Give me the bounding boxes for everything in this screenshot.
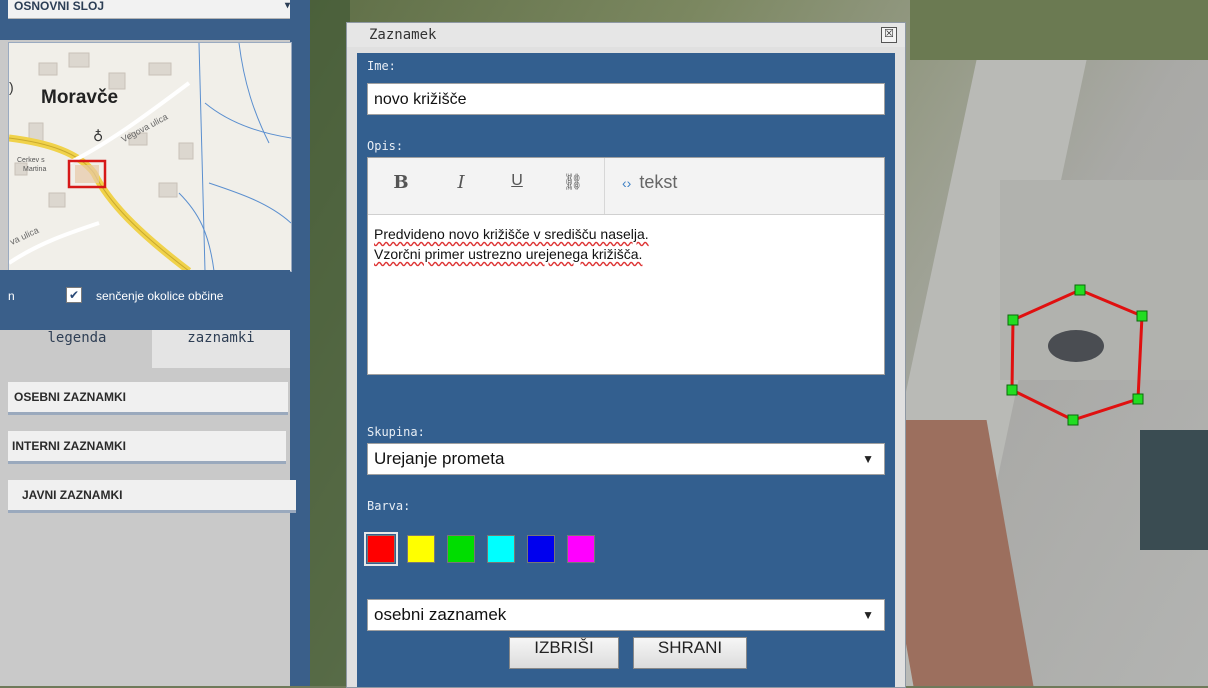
panel-tabs: legenda zaznamki bbox=[8, 330, 290, 368]
dialog-body: Ime: novo križišče Opis: B I U ⛓ ‹› tekst… bbox=[357, 53, 895, 687]
delete-button[interactable]: IZBRIŠI bbox=[509, 637, 619, 669]
editor-toolbar: B I U ⛓ ‹› tekst bbox=[368, 158, 884, 215]
minimap-edge-mark: ) bbox=[9, 79, 14, 95]
dialog-titlebar[interactable]: Zaznamek ☒ bbox=[347, 23, 905, 47]
polygon-vertex[interactable] bbox=[1007, 314, 1019, 326]
name-label: Ime: bbox=[367, 59, 396, 73]
link-icon[interactable]: ⛓ bbox=[558, 172, 588, 200]
description-line: Vzorčni primer ustrezno urejenega križiš… bbox=[374, 246, 643, 262]
description-text[interactable]: Predvideno novo križišče v središču nase… bbox=[374, 224, 874, 264]
shading-checkbox[interactable]: ✔ bbox=[66, 287, 82, 303]
note-group-personal[interactable]: OSEBNI ZAZNAMKI bbox=[8, 382, 288, 415]
polygon-vertex[interactable] bbox=[1006, 384, 1018, 396]
minimap-poi-label: Cerkev s bbox=[17, 157, 45, 164]
map-object bbox=[1048, 330, 1104, 362]
note-type-select-value: osebni zaznamek bbox=[374, 605, 507, 624]
color-swatch[interactable] bbox=[447, 535, 475, 563]
name-field[interactable]: novo križišče bbox=[367, 83, 885, 115]
shading-option-row: n ✔ senčenje okolice občine bbox=[0, 283, 290, 313]
chevron-down-icon: ▼ bbox=[862, 452, 874, 466]
source-toggle-button[interactable]: ‹› tekst bbox=[622, 172, 732, 200]
option-label-partial: n bbox=[8, 289, 15, 303]
note-type-select[interactable]: osebni zaznamek ▼ bbox=[367, 599, 885, 631]
layer-dropdown[interactable]: OSNOVNI SLOJ ▾ bbox=[8, 0, 296, 19]
shading-checkbox-label: senčenje okolice občine bbox=[96, 289, 224, 303]
polygon-vertex[interactable] bbox=[1074, 284, 1086, 296]
polygon-vertex[interactable] bbox=[1067, 414, 1079, 426]
note-dialog: Zaznamek ☒ Ime: novo križišče Opis: B I … bbox=[346, 22, 906, 688]
note-group-internal[interactable]: INTERNI ZAZNAMKI bbox=[8, 431, 286, 464]
note-group-public[interactable]: JAVNI ZAZNAMKI bbox=[8, 480, 296, 513]
polygon-vertex[interactable] bbox=[1136, 310, 1148, 322]
description-line: Predvideno novo križišče v središču nase… bbox=[374, 226, 649, 242]
color-label: Barva: bbox=[367, 499, 411, 513]
close-icon[interactable]: ☒ bbox=[881, 27, 897, 43]
description-editor[interactable]: B I U ⛓ ‹› tekst Predvideno novo križišče… bbox=[367, 157, 885, 375]
panel-collapse-rail[interactable] bbox=[290, 0, 310, 686]
color-swatch[interactable] bbox=[407, 535, 435, 563]
code-icon: ‹› bbox=[622, 175, 632, 191]
overview-minimap[interactable]: Moravče Vegova ulica va ulica Cerkev s M… bbox=[8, 42, 292, 272]
chevron-down-icon: ▼ bbox=[862, 608, 874, 622]
save-button[interactable]: SHRANI bbox=[633, 637, 747, 669]
color-swatch[interactable] bbox=[567, 535, 595, 563]
tab-zaznamki[interactable]: zaznamki bbox=[152, 330, 290, 368]
italic-button[interactable]: I bbox=[446, 172, 476, 200]
group-select[interactable]: Urejanje prometa ▼ bbox=[367, 443, 885, 475]
dialog-title: Zaznamek bbox=[369, 27, 437, 43]
minimap-town-label: Moravče bbox=[41, 87, 119, 108]
church-icon: ♁ bbox=[93, 129, 104, 145]
left-panel: OSNOVNI SLOJ ▾ Moravče Vegova ulica va u… bbox=[0, 0, 310, 686]
underline-button[interactable]: U bbox=[502, 172, 532, 200]
bold-button[interactable]: B bbox=[386, 172, 416, 200]
minimap-poi-label: Martina bbox=[23, 166, 47, 173]
color-swatch[interactable] bbox=[364, 532, 398, 566]
layer-dropdown-label: OSNOVNI SLOJ bbox=[14, 0, 105, 13]
group-label: Skupina: bbox=[367, 425, 425, 439]
toolbar-divider bbox=[604, 158, 605, 214]
tab-legenda[interactable]: legenda bbox=[8, 330, 146, 368]
minimap-drawing bbox=[9, 43, 291, 271]
color-swatch[interactable] bbox=[527, 535, 555, 563]
color-swatch[interactable] bbox=[487, 535, 515, 563]
polygon-vertex[interactable] bbox=[1132, 393, 1144, 405]
description-label: Opis: bbox=[367, 139, 404, 153]
source-toggle-label: tekst bbox=[639, 172, 678, 192]
group-select-value: Urejanje prometa bbox=[374, 449, 505, 468]
